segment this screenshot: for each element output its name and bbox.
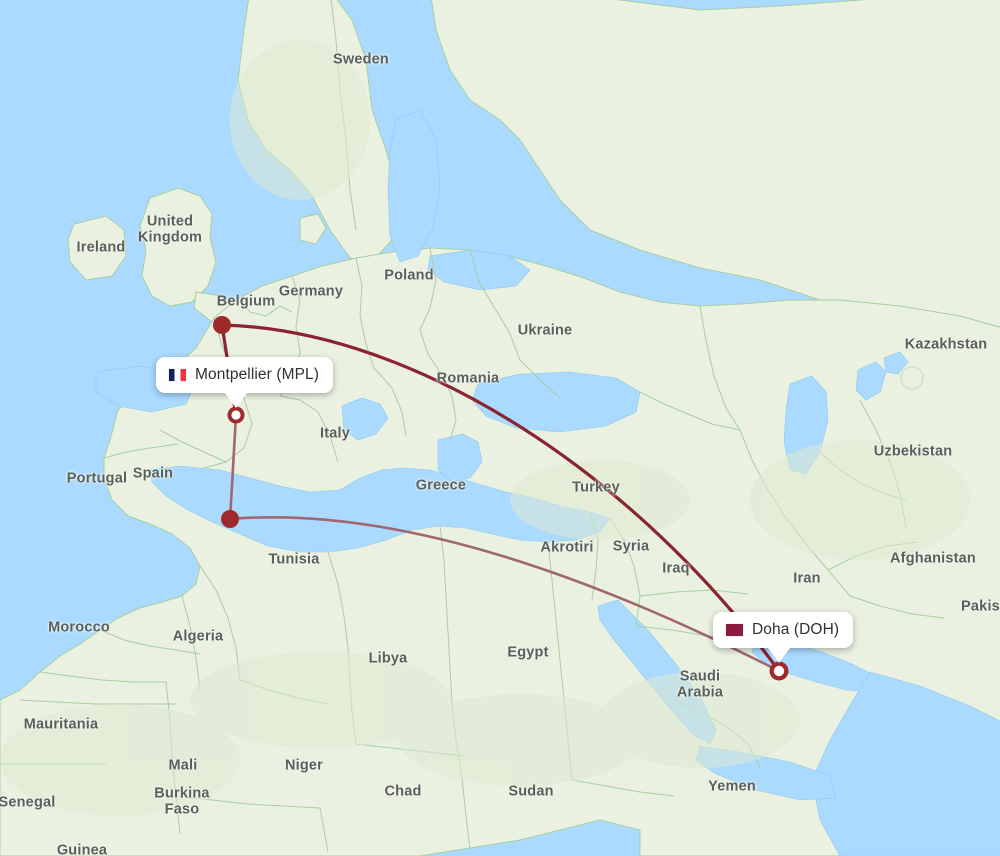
flight-route-map[interactable]: Sweden Ireland United Kingdom Belgium German… xyxy=(0,0,1000,856)
route-lines-layer xyxy=(213,316,789,681)
airport-marker-mpl xyxy=(227,406,245,424)
tooltip-pointer-montpellier xyxy=(225,393,247,408)
airport-marker-doh xyxy=(769,661,789,681)
tooltip-pointer-doha xyxy=(768,648,790,663)
route-node-paris xyxy=(213,316,231,334)
route-line-alg-doh xyxy=(228,516,781,673)
airport-tooltip-label: Doha (DOH) xyxy=(752,621,840,638)
route-node-algiers xyxy=(221,510,239,528)
qatar-flag-icon xyxy=(726,624,743,636)
airport-tooltip-montpellier[interactable]: Montpellier (MPL) xyxy=(156,357,334,393)
route-line-mpl-alg xyxy=(228,413,238,521)
airport-tooltip-doha[interactable]: Doha (DOH) xyxy=(713,612,854,648)
france-flag-icon xyxy=(169,369,186,381)
airport-tooltip-label: Montpellier (MPL) xyxy=(195,366,320,383)
